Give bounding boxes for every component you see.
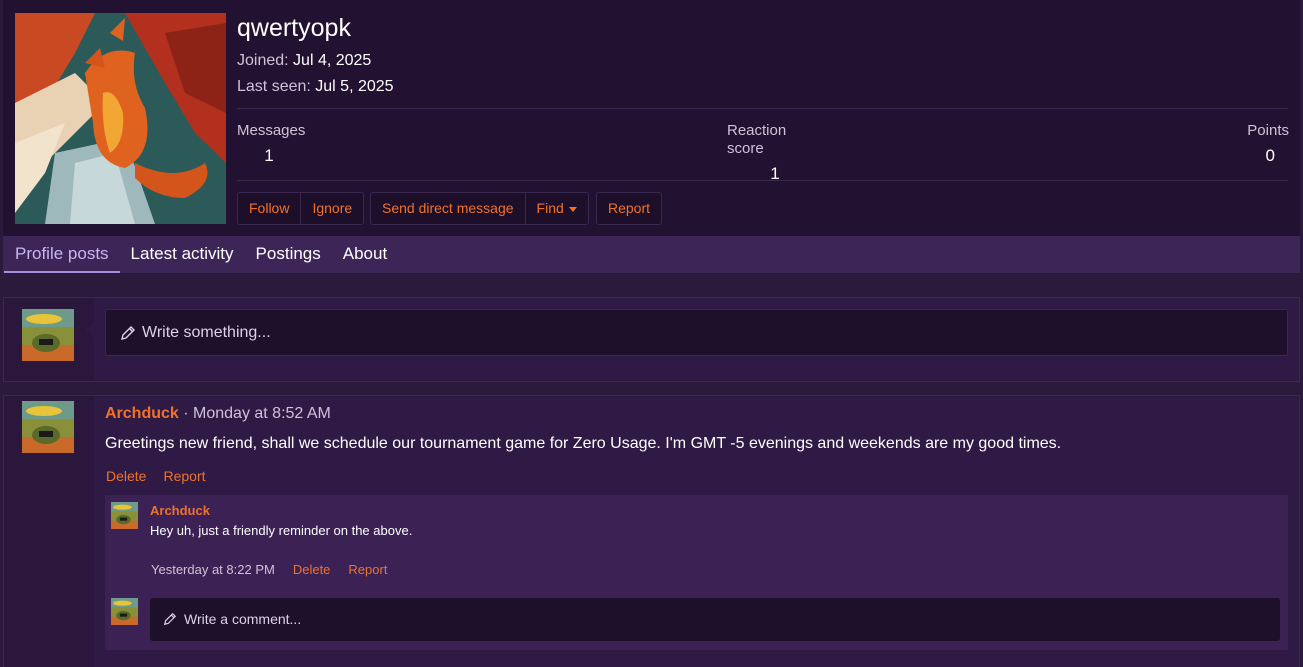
send-direct-message-button[interactable]: Send direct message	[371, 193, 526, 224]
caret-down-icon	[568, 206, 577, 212]
tab-profile-posts[interactable]: Profile posts	[4, 236, 120, 273]
joined-value: Jul 4, 2025	[293, 52, 372, 69]
find-label: Find	[536, 200, 564, 216]
write-comment-input[interactable]: Write a comment...	[150, 598, 1280, 641]
last-seen-date: Last seen: Jul 5, 2025	[237, 77, 394, 97]
comment-report-link[interactable]: Report	[348, 562, 387, 577]
report-group: Report	[596, 192, 663, 225]
stat-points[interactable]: Points 0	[1239, 122, 1289, 166]
post-time[interactable]: Monday at 8:52 AM	[193, 405, 331, 422]
comment-delete-link[interactable]: Delete	[293, 562, 331, 577]
stat-reaction-value: 1	[770, 164, 780, 183]
stat-reaction-score[interactable]: Reaction score 1	[727, 122, 823, 184]
dragon-avatar[interactable]	[15, 13, 226, 224]
comments-section: Archduck Hey uh, just a friendly reminde…	[105, 495, 1288, 650]
stats-divider	[237, 180, 1288, 181]
pencil-icon	[163, 612, 177, 626]
post-author-name[interactable]: Archduck	[105, 405, 179, 422]
comment-meta: Yesterday at 8:22 PM Delete Report	[151, 562, 387, 577]
composer-gutter	[4, 298, 94, 381]
message-find-group: Send direct message Find	[370, 192, 589, 225]
tab-about[interactable]: About	[332, 236, 398, 273]
user-avatar[interactable]	[22, 309, 74, 361]
write-comment-placeholder: Write a comment...	[184, 611, 302, 627]
post-body: Greetings new friend, shall we schedule …	[105, 435, 1062, 452]
stat-reaction-label: Reaction score	[727, 122, 787, 157]
follow-button[interactable]: Follow	[238, 193, 302, 224]
post-report-link[interactable]: Report	[163, 467, 205, 485]
joined-date: Joined: Jul 4, 2025	[237, 51, 371, 71]
profile-tabs: Profile posts Latest activity Postings A…	[3, 236, 1300, 274]
profile-header: qwertyopk Joined: Jul 4, 2025 Last seen:…	[3, 0, 1300, 236]
stat-points-label: Points	[1247, 122, 1289, 139]
tab-latest-activity[interactable]: Latest activity	[120, 236, 245, 273]
pencil-icon	[121, 326, 135, 340]
reply-user-avatar[interactable]	[111, 598, 138, 625]
joined-label: Joined:	[237, 52, 289, 69]
comment-body: Hey uh, just a friendly reminder on the …	[150, 523, 413, 538]
comment-author-name[interactable]: Archduck	[150, 503, 210, 518]
post-separator: ·	[178, 405, 194, 422]
last-seen-value: Jul 5, 2025	[315, 78, 394, 95]
comment-time[interactable]: Yesterday at 8:22 PM	[151, 562, 275, 577]
composer-arrow	[86, 322, 94, 338]
comment-author-avatar[interactable]	[111, 502, 138, 529]
write-something-placeholder: Write something...	[142, 324, 271, 341]
post-author-avatar[interactable]	[22, 401, 74, 453]
post-gutter	[4, 396, 94, 667]
tab-postings[interactable]: Postings	[245, 236, 332, 273]
profile-post-composer: Write something...	[3, 297, 1300, 382]
profile-post: Archduck · Monday at 8:52 AM Greetings n…	[3, 395, 1300, 667]
follow-ignore-group: Follow Ignore	[237, 192, 365, 225]
last-seen-label: Last seen:	[237, 78, 311, 95]
stat-points-value: 0	[1265, 146, 1275, 165]
find-button[interactable]: Find	[526, 193, 588, 224]
post-header: Archduck · Monday at 8:52 AM	[105, 403, 331, 425]
stat-messages[interactable]: Messages 1	[237, 122, 306, 166]
ignore-button[interactable]: Ignore	[301, 193, 363, 224]
report-button[interactable]: Report	[597, 193, 661, 224]
profile-username: qwertyopk	[237, 14, 351, 42]
post-actions: Delete Report	[106, 467, 206, 485]
post-delete-link[interactable]: Delete	[106, 467, 146, 485]
stat-messages-value: 1	[264, 146, 274, 165]
header-divider	[237, 108, 1288, 109]
stat-messages-label: Messages	[237, 122, 306, 139]
write-something-input[interactable]: Write something...	[105, 309, 1288, 356]
